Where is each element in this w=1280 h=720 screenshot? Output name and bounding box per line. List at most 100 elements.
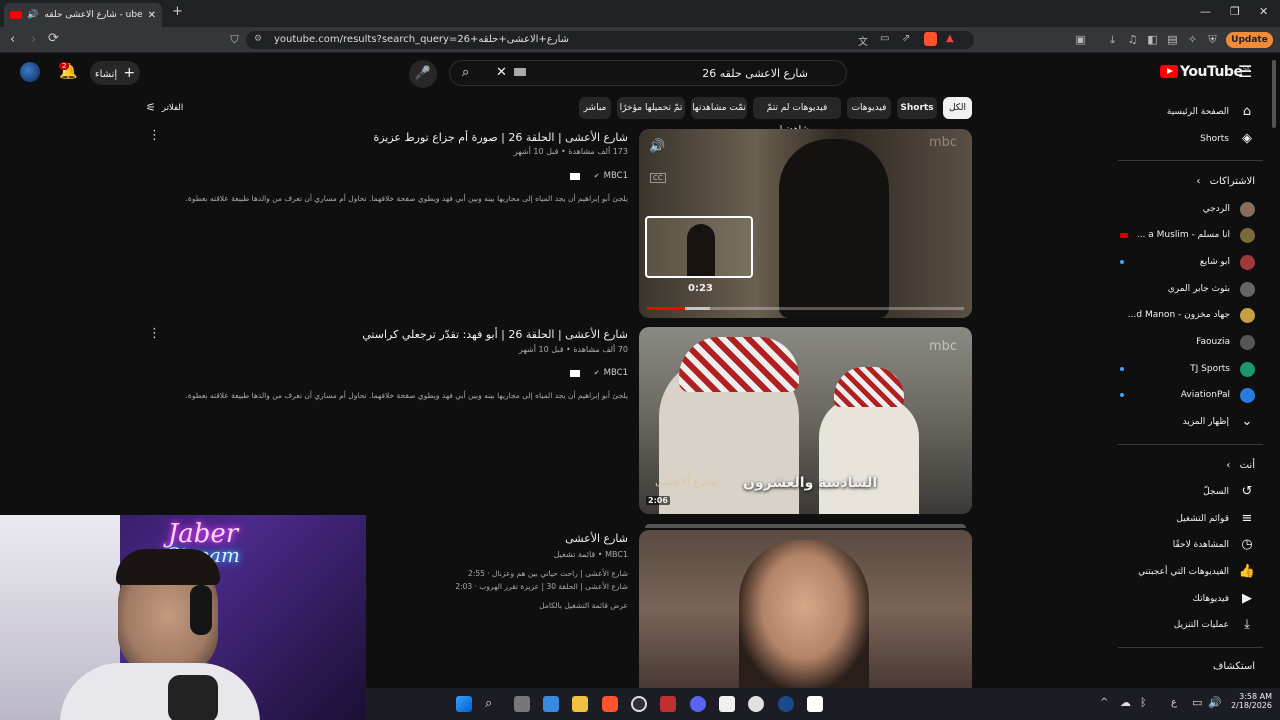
sidebar-item-history[interactable]: ↺ السجلّ	[1120, 479, 1260, 505]
keyboard-icon[interactable]	[514, 68, 526, 76]
sidebar-item-watch-later[interactable]: ◷ المشاهدة لاحقًا	[1120, 532, 1260, 558]
channel-name-2[interactable]: MBC1	[604, 368, 628, 378]
sidebar-subscription[interactable]: أنا مسلم - a Muslim ...	[1120, 222, 1260, 248]
discord-icon[interactable]	[690, 696, 706, 712]
sidebar-item-your-videos[interactable]: ▶ فيديوهاتك	[1120, 586, 1260, 612]
sidebar-subscription[interactable]: Faouzia	[1120, 329, 1260, 355]
avatar[interactable]	[20, 62, 40, 82]
sidebar-subscription[interactable]: AviationPal	[1120, 382, 1260, 408]
volume-icon[interactable]: 🔊	[1208, 696, 1222, 709]
video-thumbnail-2[interactable]: mbc السادسة والعشرون شارع الأعشى 2:06	[639, 327, 972, 514]
widgets-icon[interactable]	[543, 696, 559, 712]
browser-tab[interactable]: 🔊 ube - شارع الاعشى حلقه 26 (2) ✕	[4, 3, 162, 27]
playlist-title[interactable]: شارع الأعشى	[565, 532, 628, 545]
restore-icon[interactable]: ❐	[1230, 5, 1240, 18]
video-thumbnail-1[interactable]: 🔊 CC mbc 0:23	[639, 129, 972, 318]
sidebar-item-liked[interactable]: 👍 الفيديوهات التي أعجبتني	[1120, 559, 1260, 585]
channel-name-1[interactable]: MBC1	[604, 171, 628, 181]
share-icon[interactable]: ⇗	[902, 33, 910, 44]
tray-chevron-icon[interactable]: ^	[1100, 697, 1108, 708]
sidebar-item-shorts[interactable]: ◈ Shorts	[1120, 126, 1260, 152]
split-view-icon[interactable]: ◧	[1146, 33, 1159, 46]
audio-icon[interactable]: 🔊	[27, 10, 38, 20]
clock[interactable]: 3:58 AM 2/18/2026	[1228, 692, 1272, 710]
sidebar-item-playlists[interactable]: ≡ قوائم التشغيل	[1120, 506, 1260, 532]
start-icon[interactable]	[456, 696, 472, 712]
brave-rewards-icon[interactable]: ▲	[946, 33, 954, 44]
channel-row-2[interactable]: MBC1 ✔	[569, 368, 628, 378]
network-icon[interactable]: ▭	[1192, 696, 1202, 709]
minimize-icon[interactable]: —	[1200, 5, 1211, 18]
sidebar-subscription[interactable]: الردجي	[1120, 196, 1260, 222]
media-player-icon[interactable]	[748, 696, 764, 712]
chip-live[interactable]: مباشر	[579, 97, 611, 119]
wallet-icon[interactable]: ▤	[1166, 33, 1179, 46]
more-actions-icon-2[interactable]: ⋮	[148, 326, 161, 341]
view-full-playlist-link[interactable]: عرض قائمة التشغيل بالكامل	[539, 601, 628, 610]
you-heading[interactable]: أنت ›	[1120, 460, 1260, 471]
media-icon[interactable]: ♫	[1126, 33, 1139, 46]
youtube-logo[interactable]: YouTubeSA	[1160, 64, 1250, 80]
brave-icon[interactable]	[602, 696, 618, 712]
subscriptions-heading[interactable]: الاشتراكات ›	[1120, 176, 1260, 187]
sidebar-item-downloads[interactable]: ⤓ عمليات التنزيل	[1120, 612, 1260, 638]
search-icon[interactable]: ⌕	[462, 65, 469, 80]
task-view-icon[interactable]	[514, 696, 530, 712]
more-actions-icon-1[interactable]: ⋮	[148, 128, 161, 143]
close-window-icon[interactable]: ✕	[1259, 5, 1268, 18]
sidebar-item-home[interactable]: ⌂ الصفحة الرئيسية	[1120, 99, 1260, 125]
voice-search-icon[interactable]: 🎤	[409, 60, 437, 88]
search-box[interactable]: ⌕ ✕ شارع الاعشى حلقه 26	[449, 60, 847, 86]
sidebar-scrollbar[interactable]	[1272, 60, 1276, 128]
downloads-icon[interactable]: ⤓	[1106, 33, 1119, 46]
update-button[interactable]: Update	[1226, 32, 1273, 48]
ai-icon[interactable]: ✧	[1186, 33, 1199, 46]
chip-recently-uploaded[interactable]: تمّ تحميلها مؤخرًا	[617, 97, 685, 119]
brave-shield-icon[interactable]	[924, 32, 937, 46]
sidebar-toggle-icon[interactable]: ▣	[1074, 33, 1087, 46]
playlist-thumbnail[interactable]	[639, 530, 972, 688]
sidebar-subscription[interactable]: أبو شايع	[1120, 249, 1260, 275]
sidebar-show-more[interactable]: ⌄ إظهار المزيد	[1120, 409, 1260, 435]
chip-watched[interactable]: تمّت مشاهدتها	[691, 97, 747, 119]
mod-tool-icon[interactable]	[660, 696, 676, 712]
capcut-icon[interactable]	[807, 696, 823, 712]
bookmark-icon[interactable]: ⛉	[228, 33, 241, 46]
address-field[interactable]: ⚙ youtube.com/results?search_query=شارع+…	[246, 31, 974, 49]
create-button[interactable]: إنشاء +	[90, 61, 140, 85]
bluetooth-icon[interactable]: ᛒ	[1140, 696, 1147, 709]
translate-icon[interactable]: 文	[858, 33, 868, 48]
channel-row-1[interactable]: MBC1 ✔	[569, 171, 628, 181]
forward-icon[interactable]: ›	[31, 32, 36, 47]
captions-icon[interactable]: CC	[650, 173, 666, 183]
chip-videos[interactable]: فيديوهات	[847, 97, 891, 119]
chip-shorts[interactable]: Shorts	[897, 97, 937, 119]
sidebar-subscription[interactable]: جهاد مخزون - d Manon...	[1120, 302, 1260, 328]
playlist-item-1[interactable]: شارع الأعشى | راحت حياتي بين هم وعزنال ·…	[468, 569, 628, 578]
chip-all[interactable]: الكل	[943, 97, 972, 119]
filters-button[interactable]: ⚟ الفلاتر	[146, 101, 183, 114]
app-icon[interactable]	[719, 696, 735, 712]
language-indicator[interactable]: ع	[1171, 697, 1177, 708]
close-tab-icon[interactable]: ✕	[148, 10, 156, 21]
mute-icon[interactable]: 🔊	[649, 139, 665, 154]
cast-icon[interactable]: ▭	[880, 33, 889, 44]
taskbar-search-icon[interactable]: ⌕	[485, 696, 501, 712]
sidebar-subscription[interactable]: بثوث جابر المري	[1120, 276, 1260, 302]
chip-unwatched[interactable]: فيديوهات لم تتمّ مشاهدتها	[753, 97, 841, 135]
steam-icon[interactable]	[778, 696, 794, 712]
sidebar-subscription[interactable]: TJ Sports	[1120, 356, 1260, 382]
file-explorer-icon[interactable]	[572, 696, 588, 712]
site-info-icon[interactable]: ⚙	[254, 34, 262, 44]
progress-track[interactable]	[647, 307, 964, 310]
channel-avatar-2[interactable]	[569, 369, 580, 377]
vpn-icon[interactable]: ⛨	[1206, 33, 1219, 46]
new-tab-icon[interactable]: +	[172, 4, 183, 19]
reload-icon[interactable]: ⟳	[48, 31, 59, 46]
clear-search-icon[interactable]: ✕	[496, 65, 507, 80]
obs-icon[interactable]	[631, 696, 647, 712]
search-input[interactable]: شارع الاعشى حلقه 26	[702, 67, 808, 80]
playlist-meta[interactable]: MBC1 • قائمة تشغيل	[554, 550, 628, 559]
video-title-1[interactable]: شارع الأعشى | الحلقة 26 | صورة أم جزاع ت…	[373, 131, 628, 144]
video-title-2[interactable]: شارع الأعشى | الحلقة 26 | أبو فهد: تقدّر…	[362, 328, 628, 341]
